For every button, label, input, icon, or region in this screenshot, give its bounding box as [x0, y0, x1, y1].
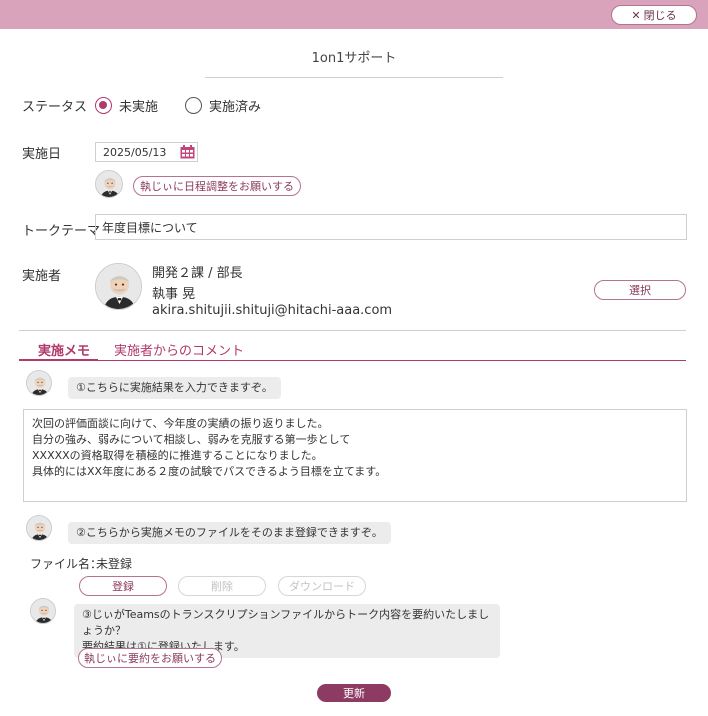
tab-memo[interactable]: 実施メモ [38, 340, 90, 359]
title-divider [205, 77, 503, 78]
topic-value: 年度目標について [102, 220, 198, 235]
status-label: ステータス [22, 100, 88, 115]
date-value: 2025/05/13 [103, 145, 167, 159]
butler-avatar [26, 515, 52, 541]
memo-line: 次回の評価面談に向けて、今年度の実績の振り返りました。 [32, 417, 329, 430]
close-button[interactable]: ✕ 閉じる [611, 5, 697, 25]
summary-hint-line: ③じぃがTeamsのトランスクリプションファイルからトーク内容を要約いたしましょ… [82, 608, 490, 637]
file-name-value: 未登録 [96, 557, 133, 571]
download-file-button[interactable]: ダウンロード [278, 576, 366, 596]
close-icon: ✕ [631, 8, 641, 22]
radio-unselected-icon [185, 97, 202, 114]
performer-department: 開発２課 / 部長 [152, 266, 243, 281]
status-radio-done[interactable]: 実施済み [185, 96, 261, 115]
update-button[interactable]: 更新 [317, 684, 391, 702]
tab-performer-comment[interactable]: 実施者からのコメント [114, 340, 244, 359]
performer-name: 執事 晃 [152, 287, 196, 302]
performer-avatar [95, 263, 142, 310]
section-divider [19, 330, 686, 331]
file-name-label: ファイル名： [30, 557, 103, 571]
memo-line: XXXXXの資格取得を積極的に推進することになりました。 [32, 449, 323, 462]
summary-request-button[interactable]: 執じぃに要約をお願いする [78, 648, 222, 668]
delete-file-button[interactable]: 削除 [178, 576, 266, 596]
topic-input[interactable]: 年度目標について [95, 214, 687, 240]
top-bar [0, 0, 708, 29]
status-option-done: 実施済み [209, 100, 262, 115]
performer-email: akira.shitujii.shituji@hitachi-aaa.com [152, 303, 393, 318]
schedule-request-button[interactable]: 執じぃに日程調整をお願いする [133, 176, 301, 196]
memo-textarea[interactable]: 次回の評価面談に向けて、今年度の実績の振り返りました。 自分の強み、弱みについて… [23, 409, 687, 502]
radio-selected-icon [95, 97, 112, 114]
butler-avatar [95, 170, 123, 198]
butler-avatar [26, 370, 52, 396]
close-button-label: 閉じる [643, 9, 677, 22]
memo-line: 自分の強み、弱みについて相談し、弱みを克服する第一歩として [32, 433, 351, 446]
page-title: 1on1サポート [311, 51, 397, 66]
file-hint-bubble: ②こちらから実施メモのファイルをそのまま登録できますぞ。 [68, 522, 391, 544]
active-tab-indicator [19, 359, 98, 361]
calendar-icon[interactable] [180, 145, 195, 159]
topic-label: トークテーマ [22, 224, 101, 239]
select-performer-button[interactable]: 選択 [594, 280, 686, 300]
butler-avatar [30, 598, 56, 624]
memo-hint-bubble: ①こちらに実施結果を入力できますぞ。 [68, 377, 281, 399]
performer-label: 実施者 [22, 269, 62, 284]
memo-line: 具体的にはXX年度にある２度の試験でパスできるよう目標を立てます。 [32, 465, 387, 478]
status-radio-not-done[interactable]: 未実施 [95, 96, 158, 115]
date-label: 実施日 [22, 147, 62, 162]
register-file-button[interactable]: 登録 [79, 576, 167, 596]
status-option-not-done: 未実施 [119, 100, 159, 115]
tabs-underline [19, 360, 686, 361]
